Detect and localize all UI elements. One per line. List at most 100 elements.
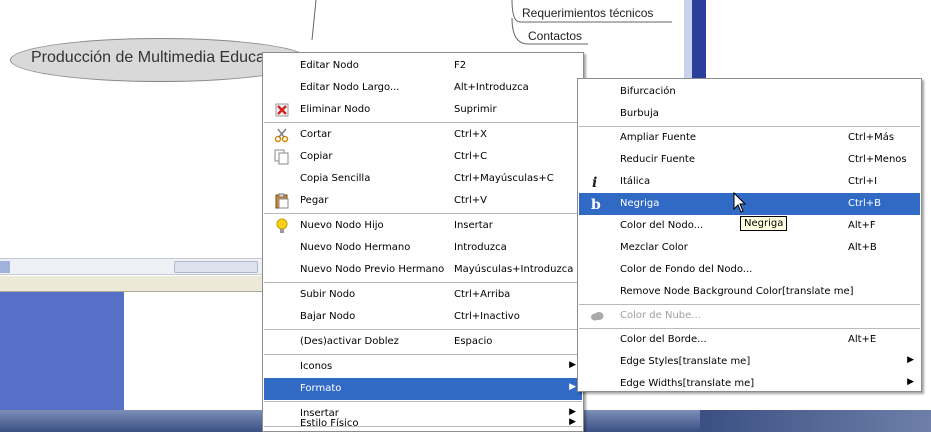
submenu-item-burbuja[interactable]: Burbuja — [579, 103, 920, 125]
menu-item-label: Cortar — [300, 129, 332, 140]
tooltip: Negriga — [740, 216, 788, 231]
mouse-cursor-icon — [733, 192, 747, 213]
menu-item-desactivar-doblez[interactable]: (Des)activar Doblez Espacio — [264, 331, 582, 353]
menu-item-shortcut: Alt+Introduzca — [454, 82, 529, 93]
menu-item-subir-nodo[interactable]: Subir Nodo Ctrl+Arriba — [264, 284, 582, 306]
scissors-icon — [274, 127, 290, 143]
menu-item-label: Nuevo Nodo Hijo — [300, 220, 384, 231]
menu-item-label: Itálica — [620, 176, 651, 187]
menu-item-shortcut: F2 — [454, 60, 467, 71]
svg-text:i: i — [592, 175, 597, 190]
menu-item-label: (Des)activar Doblez — [300, 336, 399, 347]
submenu-item-color-del-borde[interactable]: Color del Borde... Alt+E — [579, 329, 920, 351]
scroll-thumb[interactable] — [174, 261, 258, 273]
menu-item-label: Negriga — [620, 198, 660, 209]
menu-item-label: Bajar Nodo — [300, 311, 356, 322]
menu-item-shortcut: Ctrl+Inactivo — [454, 311, 520, 322]
submenu-item-edge-styles[interactable]: Edge Styles[translate me] ▶ — [579, 351, 920, 373]
menu-item-iconos[interactable]: Iconos ▶ — [264, 356, 582, 378]
menu-item-shortcut: Ctrl+Arriba — [454, 289, 511, 300]
submenu-item-color-de-fondo[interactable]: Color de Fondo del Nodo... — [579, 259, 920, 281]
menu-item-shortcut: Ctrl+X — [454, 129, 488, 140]
submenu-item-bifurcacion[interactable]: Bifurcación — [579, 81, 920, 103]
copy-documents-icon — [274, 149, 290, 165]
menu-item-shortcut: Alt+B — [848, 242, 877, 253]
menu-item-eliminar-nodo[interactable]: Eliminar Nodo Suprimir — [264, 99, 582, 121]
submenu-item-reducir-fuente[interactable]: Reducir Fuente Ctrl+Menos — [579, 149, 920, 171]
submenu-item-remove-node-background[interactable]: Remove Node Background Color[translate m… — [579, 281, 920, 303]
submenu-item-italica[interactable]: i Itálica Ctrl+I — [579, 171, 920, 193]
menu-item-label: Mezclar Color — [620, 242, 688, 253]
clipboard-paste-icon — [274, 193, 290, 209]
menu-item-shortcut: Alt+E — [848, 334, 877, 345]
menu-item-shortcut: Ctrl+V — [454, 195, 488, 206]
menu-item-label: Estilo Físico — [300, 418, 359, 429]
menu-item-label: Color del Nodo... — [620, 220, 704, 231]
menu-item-label: Editar Nodo Largo... — [300, 82, 400, 93]
menu-separator — [264, 354, 582, 355]
horizontal-scrollbar[interactable] — [0, 258, 262, 275]
submenu-item-negriga[interactable]: b Negriga Ctrl+B — [579, 193, 920, 215]
menu-item-formato[interactable]: Formato ▶ — [264, 378, 582, 400]
menu-item-shortcut: Mayúsculas+Introduzca — [454, 264, 574, 275]
menu-item-label: Editar Nodo — [300, 60, 359, 71]
menu-item-label: Copia Sencilla — [300, 173, 371, 184]
menu-item-cortar[interactable]: Cortar Ctrl+X — [264, 124, 582, 146]
menu-item-shortcut: Ctrl+B — [848, 198, 882, 209]
submenu-arrow-icon: ▶ — [907, 377, 914, 387]
submenu-item-mezclar-color[interactable]: Mezclar Color Alt+B — [579, 237, 920, 259]
scroll-left-cap[interactable] — [0, 261, 10, 273]
menu-item-label: Copiar — [300, 151, 333, 162]
menu-item-label: Edge Widths[translate me] — [620, 378, 755, 389]
mindmap-node-requerimientos[interactable]: Requerimientos técnicos — [522, 6, 653, 20]
menu-item-nuevo-nodo-hijo[interactable]: Nuevo Nodo Hijo Insertar — [264, 215, 582, 237]
submenu-arrow-icon: ▶ — [569, 382, 576, 392]
white-panel — [124, 292, 262, 410]
svg-text:b: b — [591, 197, 601, 212]
menu-separator — [264, 401, 582, 402]
menu-item-label: Color de Fondo del Nodo... — [620, 264, 753, 275]
red-x-delete-icon — [274, 102, 290, 118]
submenu-arrow-icon: ▶ — [569, 360, 576, 370]
menu-item-shortcut: Alt+F — [848, 220, 876, 231]
mindmap-node-contactos[interactable]: Contactos — [528, 29, 582, 43]
menu-item-label: Iconos — [300, 361, 333, 372]
menu-item-label: Color del Borde... — [620, 334, 707, 345]
menu-item-label: Remove Node Background Color[translate m… — [620, 286, 854, 297]
menu-item-nuevo-nodo-previo-hermano[interactable]: Nuevo Nodo Previo Hermano Mayúsculas+Int… — [264, 259, 582, 281]
menu-item-label: Burbuja — [620, 108, 659, 119]
menu-item-label: Reducir Fuente — [620, 154, 696, 165]
italic-i-icon: i — [589, 174, 605, 191]
bold-b-icon: b — [589, 196, 605, 213]
menu-item-shortcut: Suprimir — [454, 104, 497, 115]
menu-item-editar-nodo-largo[interactable]: Editar Nodo Largo... Alt+Introduzca — [264, 77, 582, 99]
menu-item-label: Formato — [300, 383, 342, 394]
menu-item-shortcut: Ctrl+C — [454, 151, 488, 162]
menu-item-editar-nodo[interactable]: Editar Nodo F2 — [264, 55, 582, 77]
menu-item-label: Subir Nodo — [300, 289, 356, 300]
menu-item-copiar[interactable]: Copiar Ctrl+C — [264, 146, 582, 168]
menu-item-shortcut: Ctrl+I — [848, 176, 878, 187]
menu-item-label: Nuevo Nodo Previo Hermano — [300, 264, 445, 275]
menu-item-label: Nuevo Nodo Hermano — [300, 242, 411, 253]
menu-item-label: Eliminar Nodo — [300, 104, 371, 115]
menu-separator — [264, 213, 582, 214]
menu-item-shortcut: Insertar — [454, 220, 493, 231]
menu-item-nuevo-nodo-hermano[interactable]: Nuevo Nodo Hermano Introduzca — [264, 237, 582, 259]
menu-item-label: Pegar — [300, 195, 329, 206]
menu-item-shortcut: Ctrl+Mayúsculas+C — [454, 173, 554, 184]
menu-item-shortcut: Ctrl+Más — [848, 132, 895, 143]
menu-item-pegar[interactable]: Pegar Ctrl+V — [264, 190, 582, 212]
node-context-menu: Editar Nodo F2 Editar Nodo Largo... Alt+… — [262, 52, 584, 432]
menu-item-estilo-fisico[interactable]: Estilo Físico ▶ — [264, 412, 582, 432]
menu-item-shortcut: Introduzca — [454, 242, 507, 253]
format-submenu: Bifurcación Burbuja Ampliar Fuente Ctrl+… — [577, 78, 922, 392]
status-strip — [0, 276, 262, 292]
submenu-item-edge-widths[interactable]: Edge Widths[translate me] ▶ — [579, 373, 920, 395]
menu-item-shortcut: Espacio — [454, 336, 493, 347]
menu-item-copia-sencilla[interactable]: Copia Sencilla Ctrl+Mayúsculas+C — [264, 168, 582, 190]
submenu-item-ampliar-fuente[interactable]: Ampliar Fuente Ctrl+Más — [579, 127, 920, 149]
menu-item-bajar-nodo[interactable]: Bajar Nodo Ctrl+Inactivo — [264, 306, 582, 328]
menu-item-label: Color de Nube... — [620, 310, 701, 321]
menu-separator — [264, 329, 582, 330]
